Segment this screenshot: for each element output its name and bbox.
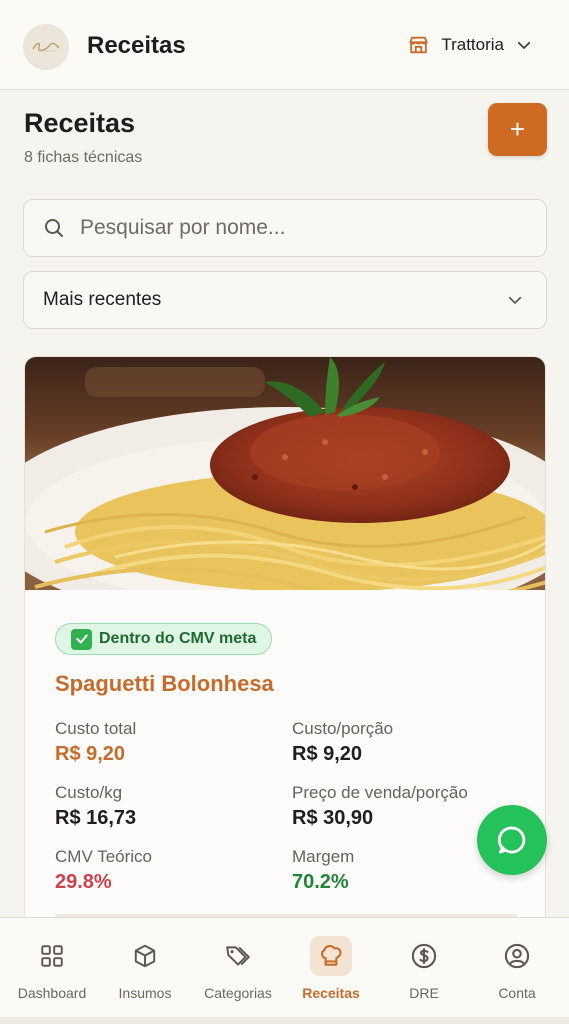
sort-value: Mais recentes (43, 289, 162, 310)
search-input[interactable] (80, 216, 510, 240)
dashboard-icon (41, 945, 63, 967)
nav-dashboard[interactable]: Dashboard (6, 918, 98, 1018)
add-recipe-button[interactable]: + (488, 103, 547, 156)
nav-label: Receitas (302, 985, 360, 1001)
metric-value: R$ 30,90 (292, 807, 374, 829)
metric-label: Preço de venda/porção (292, 783, 468, 802)
store-name: Trattoria (441, 35, 504, 54)
metric-value: R$ 16,73 (55, 807, 137, 829)
nav-insumos[interactable]: Insumos (99, 918, 191, 1018)
recipe-photo (25, 357, 545, 590)
metric-value: R$ 9,20 (55, 743, 126, 765)
metric-value: R$ 9,20 (292, 743, 363, 765)
tags-icon (226, 946, 250, 966)
chevron-down-icon (508, 296, 522, 304)
metric-label: Margem (292, 847, 355, 866)
nav-label: Insumos (118, 985, 172, 1001)
metric-label: Custo/kg (55, 783, 123, 802)
cmv-status-badge: Dentro do CMV meta (55, 623, 273, 655)
search-box[interactable] (23, 199, 547, 257)
nav-label: Dashboard (17, 985, 87, 1001)
recipe-name[interactable]: Spaguetti Bolonhesa (55, 671, 274, 697)
chevron-down-icon (517, 41, 531, 49)
restaurant-logo[interactable] (23, 24, 69, 70)
bottom-nav: Dashboard Insumos Categorias Receitas DR… (0, 917, 569, 1017)
metric-label: CMV Teórico (55, 847, 152, 866)
metric-value: 70.2% (292, 871, 349, 893)
metric-label: Custo total (55, 719, 137, 738)
top-bar: Receitas Trattoria (0, 0, 569, 90)
metric-value: 29.8% (55, 871, 112, 893)
nav-receitas[interactable]: Receitas (285, 918, 377, 1018)
check-icon (71, 628, 92, 650)
metric-margem: Margem 70.2% (292, 847, 354, 894)
sort-select[interactable]: Mais recentes (23, 271, 547, 329)
metric-custo-kg: Custo/kg R$ 16,73 (55, 783, 136, 830)
nav-conta[interactable]: Conta (471, 918, 563, 1018)
whatsapp-button[interactable] (477, 805, 547, 875)
nav-label: Conta (498, 985, 536, 1001)
dollar-circle-icon (411, 943, 437, 969)
nav-label: Categorias (204, 985, 272, 1001)
store-icon (409, 36, 428, 54)
search-icon (45, 219, 63, 237)
app-title: Receitas (87, 32, 186, 59)
page-title: Receitas (24, 108, 136, 138)
chat-bubble-icon (497, 826, 526, 854)
metric-cmv: CMV Teórico 29.8% (55, 847, 152, 894)
box-icon (134, 944, 156, 968)
recipe-count: 8 fichas técnicas (24, 149, 143, 166)
badge-label: Dentro do CMV meta (99, 630, 257, 647)
metric-custo-total: Custo total R$ 9,20 (55, 719, 136, 766)
system-bar (0, 1017, 569, 1024)
metric-preco-venda: Preço de venda/porção R$ 30,90 (292, 783, 468, 830)
nav-label: DRE (409, 985, 439, 1001)
store-selector[interactable]: Trattoria (407, 34, 533, 56)
chef-hat-icon (321, 944, 342, 966)
nav-dre[interactable]: DRE (378, 918, 470, 1018)
logo-script-icon (32, 42, 60, 52)
metric-custo-porcao: Custo/porção R$ 9,20 (292, 719, 393, 766)
recipe-card[interactable]: Dentro do CMV meta Spaguetti Bolonhesa C… (24, 356, 546, 956)
user-circle-icon (504, 943, 530, 969)
nav-categorias[interactable]: Categorias (192, 918, 284, 1018)
metric-label: Custo/porção (292, 719, 394, 738)
